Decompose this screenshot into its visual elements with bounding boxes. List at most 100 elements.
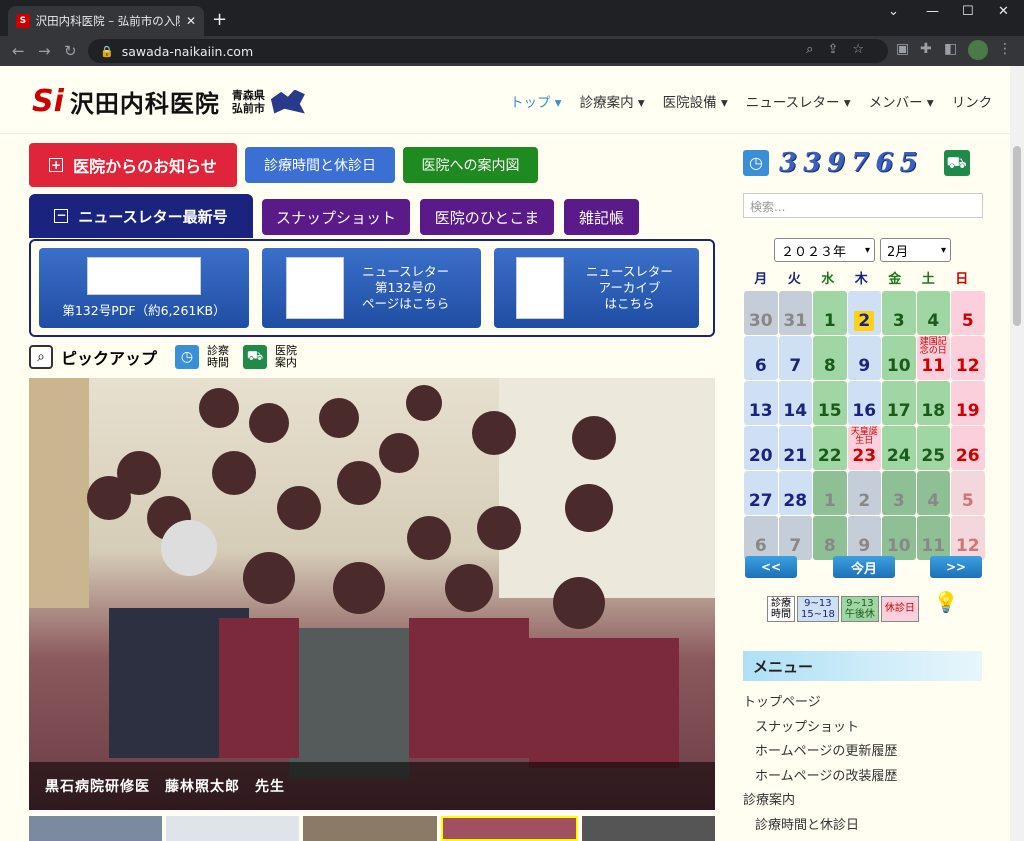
minimize-icon[interactable]: — — [926, 4, 939, 19]
calendar-day[interactable]: 4 — [916, 471, 950, 515]
calendar-day[interactable]: 11 — [916, 516, 950, 560]
nav-newsletter[interactable]: ニュースレター ▾ — [746, 91, 851, 111]
scrollbar-thumb[interactable] — [1013, 146, 1021, 326]
thumb-3[interactable] — [303, 816, 437, 841]
calendar-day[interactable]: 25 — [916, 426, 950, 470]
extension-icon[interactable]: ▣ — [896, 41, 909, 57]
browser-tab[interactable]: S 沢田内科医院 – 弘前市の入院設備 ✕ — [8, 6, 204, 36]
calendar-day[interactable]: 7 — [778, 336, 812, 380]
puzzle-icon[interactable]: ✚ — [920, 41, 932, 57]
calendar-day[interactable]: 9 — [847, 516, 881, 560]
month-select[interactable]: 2月 ▾ — [880, 238, 951, 262]
next-month-button[interactable]: >> — [930, 556, 982, 578]
calendar-day[interactable]: 18 — [916, 381, 950, 425]
guide-link[interactable]: 医院 案内 — [275, 345, 297, 369]
close-tab-icon[interactable]: ✕ — [186, 14, 196, 28]
nav-shinryo[interactable]: 診療案内 ▾ — [580, 91, 645, 111]
year-select[interactable]: ２０２３年 ▾ — [774, 238, 875, 262]
calendar-day[interactable]: 7 — [778, 516, 812, 560]
forward-icon[interactable]: → — [38, 42, 51, 60]
thumb-4[interactable] — [440, 816, 578, 841]
page-button[interactable]: ニュースレター 第132号の ページはこちら — [262, 248, 481, 328]
car-icon[interactable]: ⛟ — [243, 345, 268, 369]
omnibox-actions-icon[interactable]: ⌕⇪☆ — [806, 42, 878, 57]
notice-button[interactable]: + 医院からのお知らせ — [29, 143, 237, 187]
site-logo[interactable]: Si 沢田内科医院 青森県 弘前市 — [32, 84, 305, 119]
calendar-day[interactable]: 3 — [882, 291, 916, 335]
menu-item-snapshot[interactable]: スナップショット — [743, 716, 897, 741]
calendar-day[interactable]: 13 — [744, 381, 778, 425]
reload-icon[interactable]: ↻ — [64, 42, 77, 60]
calendar-day[interactable]: 4 — [916, 291, 950, 335]
pdf-button[interactable]: 第132号PDF（約6,261KB） — [39, 248, 249, 328]
calendar-day[interactable]: 5 — [951, 291, 985, 335]
menu-icon[interactable]: ⋮ — [998, 41, 1012, 57]
calendar-day[interactable]: 23 天皇誕生日 — [847, 426, 881, 470]
calendar-day[interactable]: 10 — [882, 336, 916, 380]
snapshot-button[interactable]: スナップショット — [262, 199, 410, 235]
new-tab-icon[interactable]: + — [212, 9, 227, 30]
nav-setsubi[interactable]: 医院設備 ▾ — [663, 91, 728, 111]
calendar-day[interactable]: 20 — [744, 426, 778, 470]
archive-button[interactable]: ニュースレター アーカイブ はこちら — [494, 248, 699, 328]
thumb-2[interactable] — [166, 816, 300, 841]
calendar-day[interactable]: 30 — [744, 291, 778, 335]
calendar-day[interactable]: 17 — [882, 381, 916, 425]
scrollbar[interactable] — [1010, 66, 1024, 841]
zakki-button[interactable]: 雑記帳 — [564, 199, 639, 235]
calendar-day[interactable]: 2 — [847, 471, 881, 515]
calendar-day[interactable]: 2 — [847, 291, 881, 335]
hours-button[interactable]: 診療時間と休診日 — [245, 147, 395, 183]
profile-avatar[interactable] — [968, 40, 988, 60]
calendar-day[interactable]: 9 — [847, 336, 881, 380]
calendar-day[interactable]: 31 — [778, 291, 812, 335]
menu-item-updates[interactable]: ホームページの更新履歴 — [743, 740, 897, 765]
address-bar[interactable]: 🔒 sawada-naikaiin.com ⌕⇪☆ — [88, 39, 888, 63]
nav-member[interactable]: メンバー ▾ — [869, 91, 934, 111]
calendar-day[interactable]: 11 建国記念の日 — [916, 336, 950, 380]
staff-photo[interactable]: 黒石病院研修医 藤林照太郎 先生 — [29, 378, 715, 810]
menu-item-renewal[interactable]: ホームページの改装履歴 — [743, 765, 897, 790]
nav-link[interactable]: リンク — [952, 91, 993, 111]
calendar-day[interactable]: 5 — [951, 471, 985, 515]
calendar-day[interactable]: 8 — [813, 516, 847, 560]
hours-link[interactable]: 診察 時間 — [207, 345, 229, 369]
calendar-day[interactable]: 28 — [778, 471, 812, 515]
newsletter-tab[interactable]: − ニュースレター最新号 — [29, 194, 253, 238]
calendar-day[interactable]: 1 — [813, 471, 847, 515]
calendar-day[interactable]: 10 — [882, 516, 916, 560]
clock-icon[interactable]: ◷ — [175, 345, 200, 369]
sidepanel-icon[interactable]: ◧ — [944, 41, 957, 57]
calendar-day[interactable]: 15 — [813, 381, 847, 425]
maximize-icon[interactable]: ☐ — [962, 4, 974, 19]
calendar-day[interactable]: 14 — [778, 381, 812, 425]
close-window-icon[interactable]: ✕ — [998, 4, 1009, 19]
calendar-day[interactable]: 27 — [744, 471, 778, 515]
this-month-button[interactable]: 今月 — [833, 556, 895, 578]
menu-item-top[interactable]: トップページ — [743, 691, 897, 716]
calendar-day[interactable]: 8 — [813, 336, 847, 380]
calendar-day[interactable]: 22 — [813, 426, 847, 470]
chevron-down-icon[interactable]: ⌄ — [888, 4, 899, 19]
search-input[interactable]: 検索... — [743, 193, 983, 218]
calendar-day[interactable]: 21 — [778, 426, 812, 470]
calendar-day[interactable]: 26 — [951, 426, 985, 470]
nav-top[interactable]: トップ ▾ — [510, 91, 562, 111]
thumb-5[interactable] — [581, 816, 716, 841]
calendar-day[interactable]: 6 — [744, 336, 778, 380]
calendar-day[interactable]: 3 — [882, 471, 916, 515]
back-icon[interactable]: ← — [12, 42, 25, 60]
calendar-day[interactable]: 19 — [951, 381, 985, 425]
calendar-day[interactable]: 1 — [813, 291, 847, 335]
calendar-day[interactable]: 24 — [882, 426, 916, 470]
menu-item-shinryo[interactable]: 診療案内 — [743, 789, 897, 814]
hitokoma-button[interactable]: 医院のひとこま — [420, 199, 554, 235]
map-button[interactable]: 医院への案内図 — [403, 147, 538, 183]
menu-item-hours[interactable]: 診療時間と休診日 — [743, 814, 897, 839]
prev-month-button[interactable]: << — [745, 556, 797, 578]
calendar-day[interactable]: 12 — [951, 516, 985, 560]
calendar-day[interactable]: 12 — [951, 336, 985, 380]
calendar-day[interactable]: 16 — [847, 381, 881, 425]
thumb-1[interactable] — [29, 816, 163, 841]
calendar-day[interactable]: 6 — [744, 516, 778, 560]
